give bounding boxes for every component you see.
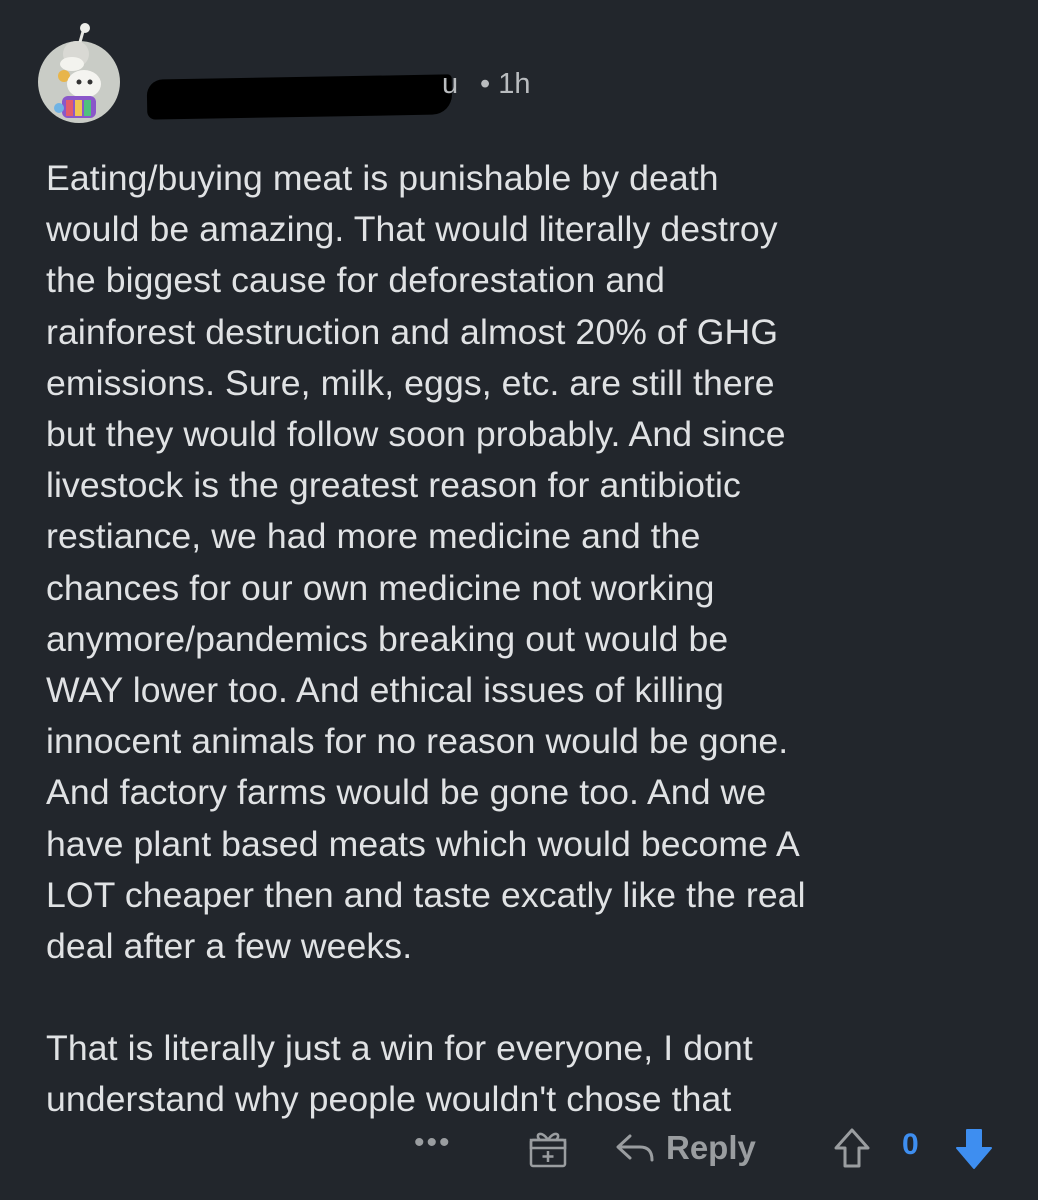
username-fragment[interactable]: u bbox=[442, 68, 458, 101]
reply-arrow-icon bbox=[616, 1134, 654, 1162]
comment-meta: • 1h bbox=[480, 68, 530, 101]
comment-paragraph: Eating/buying meat is punishable by deat… bbox=[46, 158, 806, 967]
comment-age: 1h bbox=[498, 68, 531, 100]
meta-separator: • bbox=[480, 68, 491, 100]
comment-paragraph: That is literally just a win for everyon… bbox=[46, 1028, 753, 1120]
gift-icon[interactable] bbox=[526, 1126, 570, 1170]
reply-label: Reply bbox=[666, 1129, 756, 1166]
comment-actions: ••• Reply 0 bbox=[0, 1126, 1038, 1176]
comment: u • 1h Eating/buying meat is punishable … bbox=[0, 0, 1038, 1200]
comment-header: u • 1h bbox=[32, 22, 932, 123]
more-options-button[interactable]: ••• bbox=[414, 1126, 452, 1160]
redacted-username bbox=[146, 74, 453, 120]
upvote-arrow-icon[interactable] bbox=[832, 1126, 872, 1170]
reply-button[interactable]: Reply bbox=[612, 1126, 756, 1170]
comment-body: Eating/buying meat is punishable by deat… bbox=[46, 153, 1016, 1126]
avatar[interactable] bbox=[32, 22, 126, 132]
vote-score: 0 bbox=[902, 1128, 919, 1161]
downvote-arrow-icon[interactable] bbox=[954, 1126, 994, 1170]
